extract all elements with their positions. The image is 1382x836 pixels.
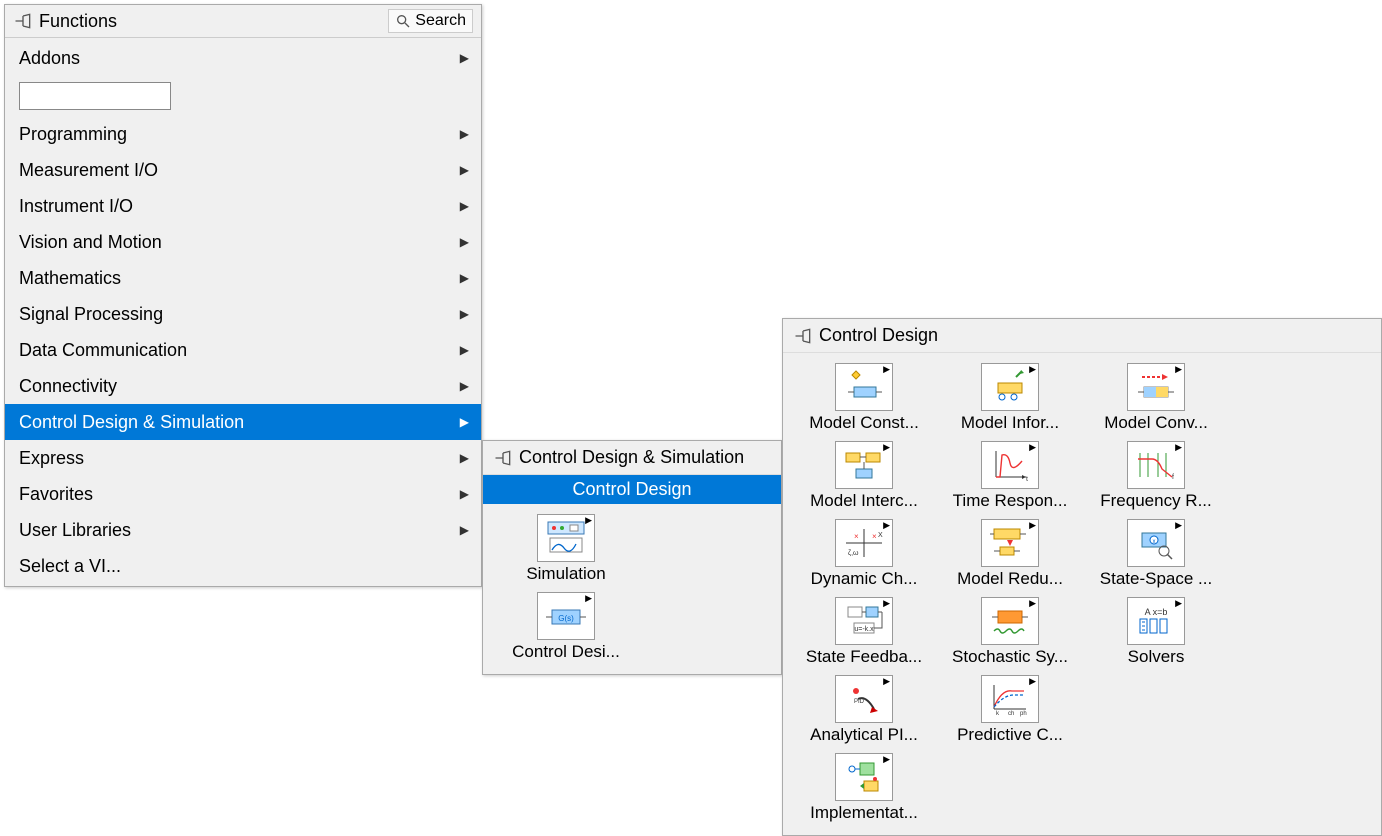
chevron-right-icon: ▶ bbox=[1027, 364, 1038, 375]
svg-text:ζ,ω: ζ,ω bbox=[848, 550, 859, 557]
chevron-right-icon: ▶ bbox=[460, 51, 469, 65]
pin-icon[interactable] bbox=[493, 448, 513, 468]
svg-text:G(s): G(s) bbox=[558, 614, 574, 623]
icon-simulation[interactable]: ▶ Simulation bbox=[491, 510, 641, 588]
svg-text:×: × bbox=[854, 532, 859, 541]
menu-item-signal-processing[interactable]: Signal Processing▶ bbox=[5, 296, 481, 332]
chevron-right-icon: ▶ bbox=[1173, 598, 1184, 609]
chevron-right-icon: ▶ bbox=[460, 523, 469, 537]
menu-item-programming[interactable]: Programming▶ bbox=[5, 116, 481, 152]
chevron-right-icon: ▶ bbox=[1027, 676, 1038, 687]
menu-item-measurement-io[interactable]: Measurement I/O▶ bbox=[5, 152, 481, 188]
subpalette-cds: Control Design & Simulation Control Desi… bbox=[482, 440, 782, 675]
palette-input[interactable] bbox=[19, 82, 171, 110]
icon-model-construction[interactable]: ▶ Model Const... bbox=[791, 359, 937, 437]
icon-model-reduction[interactable]: ▶ Model Redu... bbox=[937, 515, 1083, 593]
icon-control-design[interactable]: ▶ G(s) Control Desi... bbox=[491, 588, 641, 666]
subpalette-title: Control Design & Simulation bbox=[519, 447, 744, 468]
icon-state-feedback[interactable]: ▶ u=-k.x State Feedba... bbox=[791, 593, 937, 671]
menu-item-favorites[interactable]: Favorites▶ bbox=[5, 476, 481, 512]
control-design-grid: ▶ Model Const... ▶ Model Infor... ▶ Mode… bbox=[783, 353, 1381, 835]
icon-frequency-response[interactable]: ▶ f Frequency R... bbox=[1083, 437, 1229, 515]
icon-predictive-control[interactable]: ▶ kchph Predictive C... bbox=[937, 671, 1083, 749]
menu-item-user-libraries[interactable]: User Libraries▶ bbox=[5, 512, 481, 548]
chevron-right-icon: ▶ bbox=[1173, 520, 1184, 531]
icon-time-response[interactable]: ▶ t Time Respon... bbox=[937, 437, 1083, 515]
svg-text:u=-k.x: u=-k.x bbox=[854, 626, 874, 633]
svg-text:A x=b: A x=b bbox=[1145, 607, 1168, 617]
input-slot bbox=[5, 76, 481, 116]
menu-item-express[interactable]: Express▶ bbox=[5, 440, 481, 476]
svg-text:k: k bbox=[996, 711, 1000, 717]
menu-item-connectivity[interactable]: Connectivity▶ bbox=[5, 368, 481, 404]
menu-item-instrument-io[interactable]: Instrument I/O▶ bbox=[5, 188, 481, 224]
chevron-right-icon: ▶ bbox=[460, 343, 469, 357]
chevron-right-icon: ▶ bbox=[460, 271, 469, 285]
chevron-right-icon: ▶ bbox=[460, 199, 469, 213]
chevron-right-icon: ▶ bbox=[881, 520, 892, 531]
chevron-right-icon: ▶ bbox=[460, 307, 469, 321]
icon-solvers[interactable]: ▶ A x=b Solvers bbox=[1083, 593, 1229, 671]
menu-item-vision-motion[interactable]: Vision and Motion▶ bbox=[5, 224, 481, 260]
chevron-right-icon: ▶ bbox=[460, 127, 469, 141]
svg-text:ch: ch bbox=[1008, 711, 1014, 717]
palette-header: Functions Search bbox=[5, 5, 481, 38]
menu-item-select-vi[interactable]: Select a VI... bbox=[5, 548, 481, 584]
chevron-right-icon: ▶ bbox=[460, 451, 469, 465]
svg-text:x: x bbox=[1153, 539, 1156, 545]
subpalette-header: Control Design bbox=[783, 319, 1381, 353]
functions-menu: Addons▶ Programming▶ Measurement I/O▶ In… bbox=[5, 38, 481, 586]
icon-stochastic-systems[interactable]: ▶ Stochastic Sy... bbox=[937, 593, 1083, 671]
chevron-right-icon: ▶ bbox=[460, 415, 469, 429]
icon-implementation[interactable]: ▶ Implementat... bbox=[791, 749, 937, 827]
chevron-right-icon: ▶ bbox=[460, 379, 469, 393]
svg-text:f: f bbox=[1172, 474, 1174, 481]
svg-text:ph: ph bbox=[1020, 711, 1027, 717]
icon-model-information[interactable]: ▶ Model Infor... bbox=[937, 359, 1083, 437]
chevron-right-icon: ▶ bbox=[1027, 598, 1038, 609]
chevron-right-icon: ▶ bbox=[881, 598, 892, 609]
subpalette-highlight[interactable]: Control Design bbox=[483, 475, 781, 504]
chevron-right-icon: ▶ bbox=[1173, 364, 1184, 375]
svg-text:t: t bbox=[1026, 476, 1028, 483]
pin-icon[interactable] bbox=[793, 326, 813, 346]
chevron-right-icon: ▶ bbox=[583, 515, 594, 526]
subpalette-header: Control Design & Simulation bbox=[483, 441, 781, 475]
subpalette-title: Control Design bbox=[819, 325, 938, 346]
chevron-right-icon: ▶ bbox=[460, 163, 469, 177]
chevron-right-icon: ▶ bbox=[460, 487, 469, 501]
chevron-right-icon: ▶ bbox=[1027, 520, 1038, 531]
menu-item-mathematics[interactable]: Mathematics▶ bbox=[5, 260, 481, 296]
chevron-right-icon: ▶ bbox=[881, 364, 892, 375]
svg-text:PID: PID bbox=[854, 699, 865, 705]
chevron-right-icon: ▶ bbox=[1027, 442, 1038, 453]
subpalette-control-design: Control Design ▶ Model Const... ▶ Model … bbox=[782, 318, 1382, 836]
icon-model-interconnection[interactable]: ▶ Model Interc... bbox=[791, 437, 937, 515]
palette-title: Functions bbox=[39, 11, 117, 32]
chevron-right-icon: ▶ bbox=[460, 235, 469, 249]
icon-state-space[interactable]: ▶ x State-Space ... bbox=[1083, 515, 1229, 593]
search-label: Search bbox=[415, 12, 466, 30]
pin-icon[interactable] bbox=[13, 11, 33, 31]
icon-dynamic-characteristics[interactable]: ▶ ××ζ,ωX Dynamic Ch... bbox=[791, 515, 937, 593]
chevron-right-icon: ▶ bbox=[1173, 442, 1184, 453]
svg-text:×: × bbox=[872, 532, 877, 541]
icon-model-conversion[interactable]: ▶ Model Conv... bbox=[1083, 359, 1229, 437]
menu-item-control-design-simulation[interactable]: Control Design & Simulation▶ bbox=[5, 404, 481, 440]
search-button[interactable]: Search bbox=[388, 9, 473, 33]
chevron-right-icon: ▶ bbox=[583, 593, 594, 604]
chevron-right-icon: ▶ bbox=[881, 676, 892, 687]
icon-analytical-pid[interactable]: ▶ PID Analytical PI... bbox=[791, 671, 937, 749]
menu-item-addons[interactable]: Addons▶ bbox=[5, 40, 481, 76]
chevron-right-icon: ▶ bbox=[881, 442, 892, 453]
subpalette-grid: ▶ Simulation ▶ G(s) Control Desi... bbox=[483, 504, 781, 674]
search-icon bbox=[395, 13, 411, 29]
svg-text:X: X bbox=[878, 532, 883, 539]
chevron-right-icon: ▶ bbox=[881, 754, 892, 765]
functions-palette: Functions Search Addons▶ Programming▶ Me… bbox=[4, 4, 482, 587]
menu-item-data-communication[interactable]: Data Communication▶ bbox=[5, 332, 481, 368]
